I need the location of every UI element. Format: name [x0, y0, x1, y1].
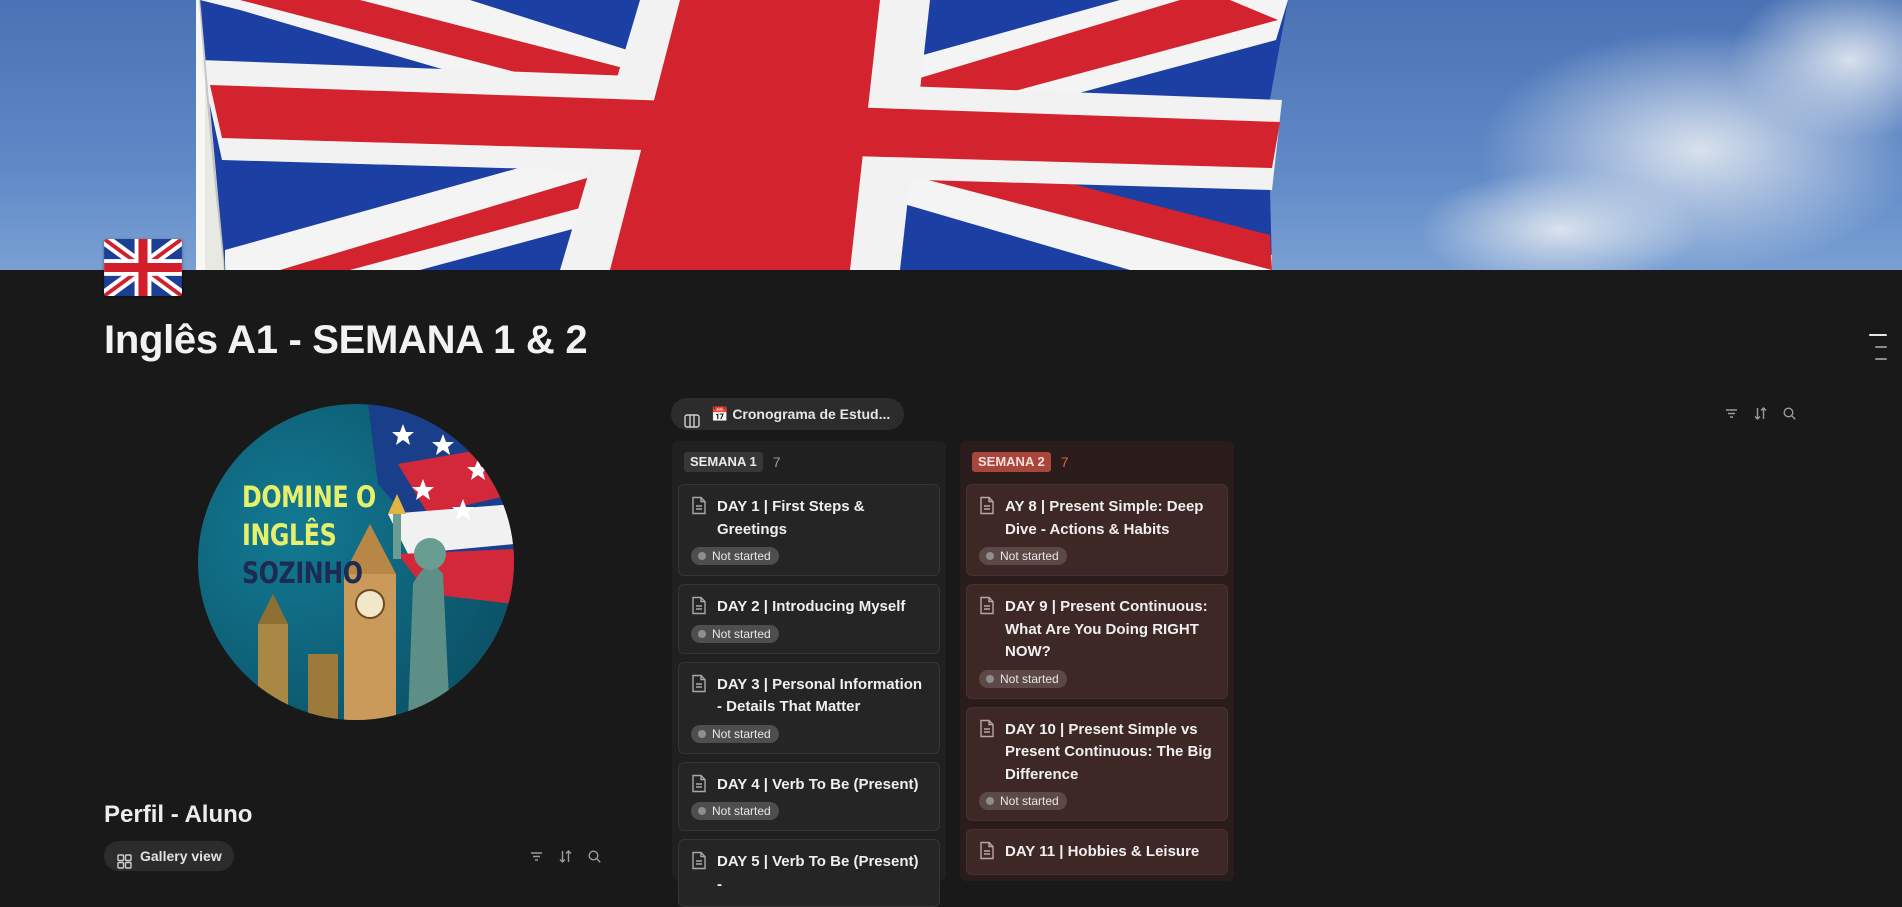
- board-card[interactable]: DAY 4 | Verb To Be (Present) Not started: [678, 761, 940, 831]
- group-count: 7: [772, 454, 781, 470]
- column-header[interactable]: SEMANA 2 7: [972, 451, 1228, 473]
- status-dot: [698, 629, 706, 638]
- page-doc-icon: [979, 496, 995, 515]
- card-title: DAY 2 | Introducing Myself: [717, 598, 906, 615]
- board-card[interactable]: DAY 3 | Personal Information - Details T…: [678, 661, 940, 754]
- card-title: DAY 3 | Personal Information - Details T…: [717, 675, 923, 716]
- logo-text: DOMINE O INGLÊS SOZINHO: [242, 478, 376, 592]
- status-label: Not started: [1000, 671, 1059, 686]
- group-tag: SEMANA 2: [972, 452, 1051, 472]
- course-logo: DOMINE O INGLÊS SOZINHO: [198, 404, 514, 720]
- card-title: AY 8 | Present Simple: Deep Dive - Actio…: [1005, 498, 1204, 538]
- filter-icon[interactable]: [1724, 406, 1739, 421]
- group-count: 7: [1060, 454, 1069, 470]
- board-card[interactable]: DAY 11 | Hobbies & Leisure: [966, 829, 1228, 875]
- status-badge: Not started: [691, 547, 779, 565]
- gallery-view-button[interactable]: Gallery view: [104, 841, 234, 871]
- logo-line: DOMINE O: [242, 480, 376, 514]
- status-badge: Not started: [979, 547, 1067, 565]
- card-title: DAY 9 | Present Continuous: What Are You…: [1005, 598, 1208, 660]
- status-dot: [986, 797, 994, 805]
- card-title: DAY 11 | Hobbies & Leisure: [1005, 843, 1200, 860]
- board-columns-icon: [684, 407, 700, 428]
- status-dot: [698, 807, 706, 815]
- board-card[interactable]: DAY 10 | Present Simple vs Present Conti…: [966, 706, 1228, 821]
- search-icon[interactable]: [1782, 406, 1797, 421]
- table-of-contents[interactable]: [1869, 334, 1887, 370]
- card-title: DAY 1 | First Steps & Greetings: [717, 498, 865, 538]
- page-doc-icon: [691, 496, 707, 515]
- page-doc-icon: [691, 674, 707, 693]
- card-title: DAY 4 | Verb To Be (Present): [717, 775, 919, 793]
- uk-flag-icon[interactable]: [104, 239, 182, 296]
- status-badge: Not started: [979, 669, 1067, 688]
- board-column-semana-1: SEMANA 1 7 DAY 1 | First Steps & Greetin…: [672, 441, 946, 907]
- status-label: Not started: [712, 804, 771, 818]
- page-doc-icon: [691, 774, 707, 793]
- gallery-grid-icon: [117, 849, 132, 869]
- board-card[interactable]: DAY 1 | First Steps & Greetings Not star…: [678, 484, 940, 576]
- board-card[interactable]: DAY 9 | Present Continuous: What Are You…: [966, 584, 1228, 699]
- status-badge: Not started: [691, 802, 779, 820]
- toc-line[interactable]: [1869, 334, 1887, 336]
- board-view-label: 📅 Cronograma de Estud...: [711, 406, 891, 422]
- status-label: Not started: [1000, 794, 1059, 808]
- status-dot: [986, 552, 994, 560]
- page-doc-icon: [979, 719, 995, 738]
- status-dot: [698, 552, 706, 560]
- status-label: Not started: [1000, 549, 1059, 563]
- page-doc-icon: [691, 596, 707, 615]
- status-label: Not started: [712, 626, 771, 641]
- board-view-button[interactable]: 📅 Cronograma de Estud...: [671, 398, 905, 430]
- logo-line: INGLÊS: [242, 518, 337, 552]
- status-label: Not started: [712, 726, 771, 741]
- board-card[interactable]: DAY 5 | Verb To Be (Present) -: [678, 839, 940, 907]
- gallery-toolbar: [529, 849, 602, 864]
- sort-icon[interactable]: [1753, 406, 1768, 421]
- board-card[interactable]: DAY 2 | Introducing Myself Not started: [678, 584, 940, 654]
- page-doc-icon: [979, 596, 995, 615]
- sort-icon[interactable]: [558, 849, 573, 864]
- board-card[interactable]: AY 8 | Present Simple: Deep Dive - Actio…: [966, 484, 1228, 576]
- cover-image: [0, 0, 1902, 270]
- page-doc-icon: [979, 841, 995, 860]
- board-toolbar: [1724, 406, 1797, 421]
- card-title: DAY 5 | Verb To Be (Present) -: [717, 853, 919, 893]
- group-tag: SEMANA 1: [684, 452, 763, 472]
- page-title: Inglês A1 - SEMANA 1 & 2: [104, 318, 588, 362]
- toc-line[interactable]: [1875, 358, 1887, 360]
- toc-line[interactable]: [1875, 346, 1887, 348]
- logo-line: SOZINHO: [242, 556, 363, 590]
- board-column-semana-2: SEMANA 2 7 AY 8 | Present Simple: Deep D…: [960, 441, 1234, 881]
- column-header[interactable]: SEMANA 1 7: [684, 451, 940, 473]
- page-doc-icon: [691, 851, 707, 870]
- filter-icon[interactable]: [529, 849, 544, 864]
- profile-heading: Perfil - Aluno: [104, 801, 253, 828]
- status-badge: Not started: [691, 724, 779, 743]
- status-dot: [698, 729, 706, 738]
- card-title: DAY 10 | Present Simple vs Present Conti…: [1005, 720, 1212, 783]
- gallery-view-label: Gallery view: [140, 848, 222, 864]
- status-badge: Not started: [691, 624, 779, 643]
- status-dot: [986, 674, 994, 683]
- status-label: Not started: [712, 549, 771, 563]
- status-badge: Not started: [979, 792, 1067, 810]
- search-icon[interactable]: [587, 849, 602, 864]
